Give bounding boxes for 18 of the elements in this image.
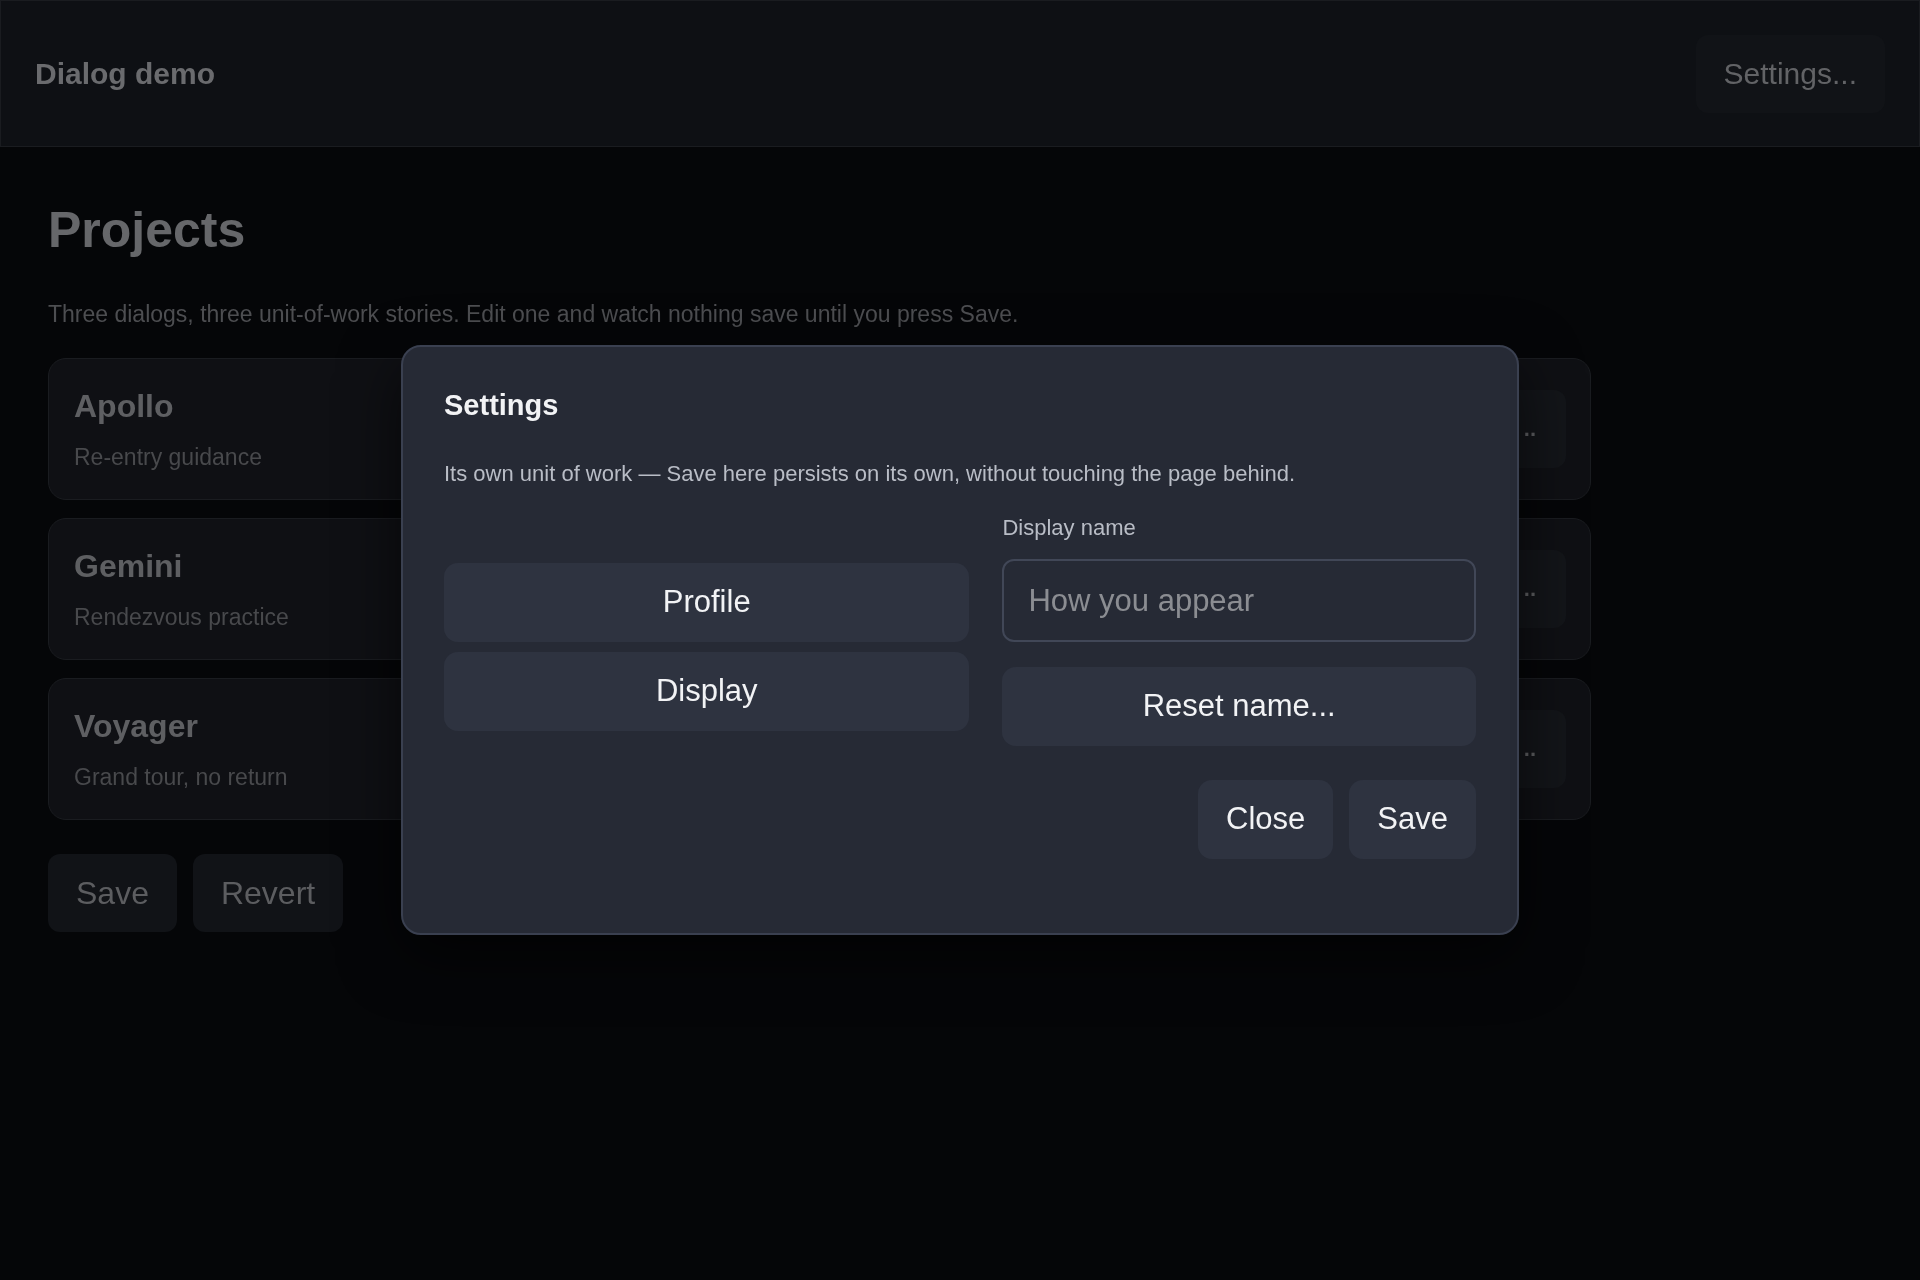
project-name: Voyager	[74, 707, 199, 747]
project-subtitle: Grand tour, no return	[74, 763, 288, 793]
dialog-description: Its own unit of work — Save here persists on its own, without touching the page behind.	[444, 460, 1297, 488]
app-title: Dialog demo	[35, 56, 215, 92]
section-button[interactable]: Profile	[444, 563, 970, 642]
dialog-title: Settings	[444, 391, 560, 420]
reset-name-button[interactable]: Reset name...	[1002, 667, 1476, 746]
page-title: Projects	[48, 205, 247, 255]
display-name-field[interactable]: How you appear	[1002, 559, 1476, 642]
dialog-button[interactable]: Close	[1198, 780, 1334, 859]
page-description: Three dialogs, three unit-of-work stories. Edit one and watch nothing save until you press Save.	[48, 300, 1020, 329]
project-subtitle: Re-entry guidance	[74, 443, 262, 473]
project-name: Apollo	[74, 387, 175, 427]
dialog-button[interactable]: Save	[1349, 780, 1476, 859]
project-subtitle: Rendezvous practice	[74, 603, 289, 633]
project-name: Gemini	[74, 547, 184, 587]
field-label: Display name	[1002, 517, 1137, 539]
section-button[interactable]: Display	[444, 652, 970, 731]
